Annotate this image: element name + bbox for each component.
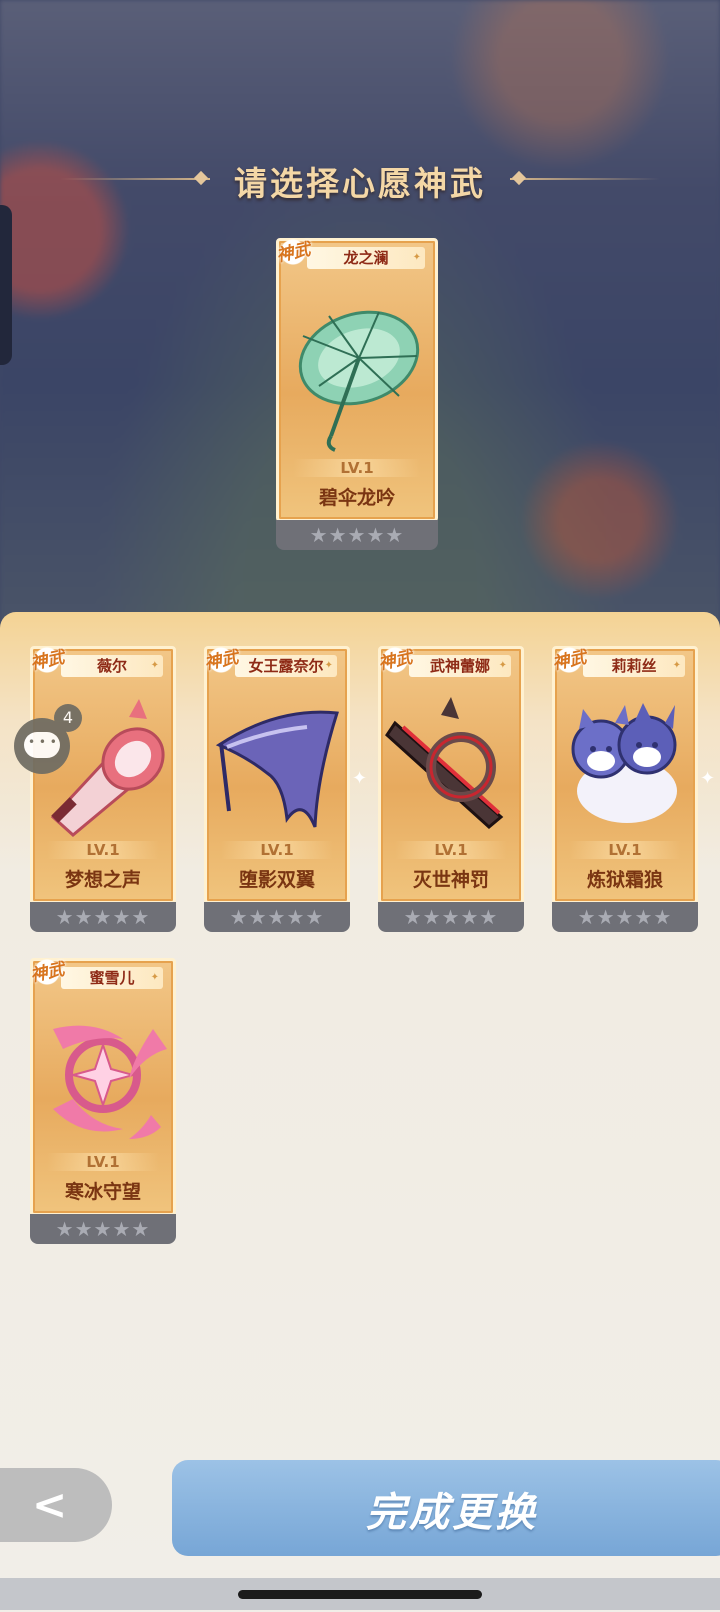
sparkle-icon: ✦	[700, 768, 716, 789]
card-face: 武神蕾娜 LV.1 灭世神罚	[378, 646, 524, 904]
card-level: LV.1	[293, 459, 421, 477]
card-face: 蜜雪儿 LV.1 寒冰守望	[30, 958, 176, 1216]
weapon-card-0[interactable]: 薇尔 LV.1 梦想之声 神武 ★★★★★	[24, 640, 176, 934]
star-rating: ★★★★★	[30, 1214, 176, 1244]
star-rating: ★★★★★	[204, 902, 350, 932]
card-weapon-name: 炼狱霜狼	[586, 869, 663, 891]
card-weapon-name: 碧伞龙吟	[318, 487, 395, 509]
card-level: LV.1	[395, 841, 507, 859]
home-indicator[interactable]	[238, 1590, 482, 1599]
chat-icon	[24, 732, 60, 758]
chat-unread-count: 4	[54, 704, 82, 732]
confirm-replace-label: 完成更换	[366, 1490, 538, 1536]
shenwu-badge: 神武	[270, 232, 316, 272]
shenwu-badge: 神武	[198, 640, 244, 680]
page-title: 请选择心愿神武	[234, 164, 486, 203]
weapon-card-1[interactable]: 女王露奈尔 LV.1 堕影双翼 神武 ★★★★★	[198, 640, 350, 934]
shenwu-badge: 神武	[546, 640, 592, 680]
side-drawer-handle[interactable]	[0, 205, 12, 365]
card-face: 莉莉丝 LV.1 炼狱霜狼	[552, 646, 698, 904]
card-weapon-name: 灭世神罚	[412, 869, 489, 891]
confirm-replace-button[interactable]: 完成更换	[172, 1460, 720, 1556]
card-face: 女王露奈尔 LV.1 堕影双翼	[204, 646, 350, 904]
twin-wolves-icon	[555, 687, 695, 837]
card-owner-name: 龙之澜	[307, 247, 425, 269]
card-owner-name: 薇尔	[61, 655, 163, 677]
card-owner-name: 莉莉丝	[583, 655, 685, 677]
card-weapon-name: 寒冰守望	[64, 1181, 141, 1203]
crimson-blade-icon	[381, 687, 521, 837]
card-face: 龙之澜 LV.1 碧伞龙吟	[276, 238, 438, 522]
card-level: LV.1	[47, 1153, 159, 1171]
back-button[interactable]: <	[0, 1468, 112, 1542]
sparkle-icon: ✦	[352, 768, 368, 789]
jade-umbrella-icon	[279, 286, 435, 456]
card-weapon-name: 梦想之声	[64, 869, 141, 891]
star-rating: ★★★★★	[276, 520, 438, 550]
card-level: LV.1	[221, 841, 333, 859]
title-ornament-right	[510, 170, 660, 186]
card-weapon-name: 堕影双翼	[238, 869, 315, 891]
card-owner-name: 武神蕾娜	[409, 655, 511, 677]
card-owner-name: 蜜雪儿	[61, 967, 163, 989]
bat-wing-blade-icon	[207, 687, 347, 837]
card-level: LV.1	[569, 841, 681, 859]
star-rating: ★★★★★	[552, 902, 698, 932]
shenwu-badge: 神武	[24, 640, 70, 680]
chevron-left-icon: <	[32, 1480, 68, 1529]
card-face: 薇尔 LV.1 梦想之声	[30, 646, 176, 904]
shenwu-badge: 神武	[372, 640, 418, 680]
weapon-card-3[interactable]: 莉莉丝 LV.1 炼狱霜狼 神武 ★★★★★	[546, 640, 698, 934]
weapon-card-4[interactable]: 蜜雪儿 LV.1 寒冰守望 神武 ★★★★★	[24, 952, 176, 1246]
shenwu-badge: 神武	[24, 952, 70, 992]
card-level: LV.1	[47, 841, 159, 859]
star-rating: ★★★★★	[378, 902, 524, 932]
pink-feather-ring-icon	[33, 999, 173, 1149]
featured-weapon-card[interactable]: 龙之澜 LV.1 碧伞龙吟 神武 ★★★★★	[270, 232, 438, 558]
floating-chat-button[interactable]: 4	[14, 704, 82, 774]
weapon-card-2[interactable]: 武神蕾娜 LV.1 灭世神罚 神武 ★★★★★	[372, 640, 524, 934]
star-rating: ★★★★★	[30, 902, 176, 932]
title-row: 请选择心愿神武	[0, 155, 720, 205]
card-owner-name: 女王露奈尔	[235, 655, 337, 677]
